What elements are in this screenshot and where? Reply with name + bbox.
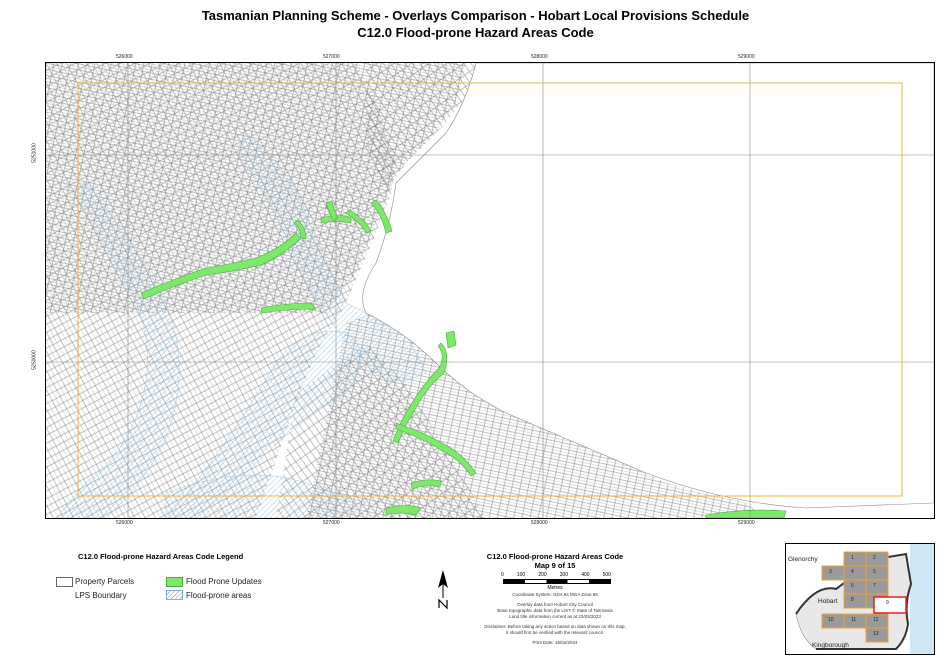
map-svg — [46, 63, 934, 518]
scale-bar-graphic — [503, 579, 611, 584]
blue-hatch-swatch — [166, 590, 183, 600]
scale-tick: 400 — [581, 572, 590, 578]
legend-item-flood-prone-updates: Flood Prone Updates — [186, 577, 262, 586]
scale-unit: Metres — [547, 585, 563, 591]
easting-label-bottom: 526000 — [116, 520, 133, 526]
parcel-swatch — [56, 577, 73, 587]
map-number: Map 9 of 15 — [534, 561, 576, 570]
inset-tile: 13 — [873, 631, 879, 637]
info-code-title: C12.0 Flood-prone Hazard Areas Code — [486, 552, 624, 561]
inset-locator-map: Glenorchy Hobart Kingborough 1 2 3 4 5 6… — [785, 543, 935, 655]
disclaimer-line: it should first be verified with the rel… — [506, 630, 604, 635]
legend-item-flood-prone-areas: Flood-prone areas — [186, 591, 252, 600]
source-line: Land title information current as at 22/… — [509, 614, 601, 619]
inset-tile-highlighted: 9 — [886, 600, 889, 606]
map-canvas[interactable] — [45, 62, 935, 519]
map-subtitle: C12.0 Flood-prone Hazard Areas Code — [357, 25, 594, 40]
inset-label-hobart: Hobart — [818, 598, 838, 605]
print-date: Print Date: 16/02/2024 — [532, 640, 578, 645]
inset-tile: 4 — [851, 569, 854, 575]
north-arrow-icon — [438, 570, 448, 610]
inset-tile: 12 — [873, 617, 879, 623]
inset-tile: 3 — [829, 569, 832, 575]
map-title: Tasmanian Planning Scheme - Overlays Com… — [201, 8, 750, 23]
legend-title: C12.0 Flood-prone Hazard Areas Code Lege… — [78, 552, 244, 561]
easting-label-top: 527000 — [323, 54, 340, 60]
easting-label-bottom: 527000 — [323, 520, 340, 526]
inset-label-kingborough: Kingborough — [812, 642, 849, 649]
inset-tile: 5 — [873, 569, 876, 575]
inset-tile: 1 — [851, 555, 854, 561]
easting-label-bottom: 529000 — [738, 520, 755, 526]
easting-label-top: 528000 — [531, 54, 548, 60]
legend-item-lps-boundary: LPS Boundary — [75, 591, 127, 600]
scale-tick: 300 — [559, 572, 569, 578]
green-fill-swatch — [166, 577, 183, 587]
inset-tile: 10 — [828, 617, 834, 623]
easting-label-bottom: 528000 — [531, 520, 548, 526]
inset-tile: 6 — [851, 583, 854, 589]
scale-tick: 200 — [538, 572, 547, 578]
inset-tile: 2 — [873, 555, 876, 561]
inset-tile: 8 — [851, 597, 854, 603]
coordinate-system: Coordinate System: GDA 94 MGA Zone 55 — [512, 592, 598, 597]
scale-bar: 0 100 200 300 400 500 Metres — [455, 572, 655, 592]
scale-tick: 0 — [501, 572, 504, 578]
northing-label-left: 5250000 — [31, 350, 38, 370]
easting-label-top: 529000 — [738, 54, 755, 60]
inset-tile: 7 — [873, 583, 876, 589]
inset-tile: 11 — [851, 617, 857, 623]
scale-tick: 100 — [516, 572, 526, 578]
scale-tick: 500 — [602, 572, 611, 578]
legend-item-property-parcels: Property Parcels — [75, 577, 135, 586]
map-info-block: C12.0 Flood-prone Hazard Areas Code Map … — [455, 552, 655, 646]
inset-label-glenorchy: Glenorchy — [788, 556, 818, 563]
easting-label-top: 526000 — [116, 54, 133, 60]
northing-label-left: 5251000 — [31, 143, 38, 163]
